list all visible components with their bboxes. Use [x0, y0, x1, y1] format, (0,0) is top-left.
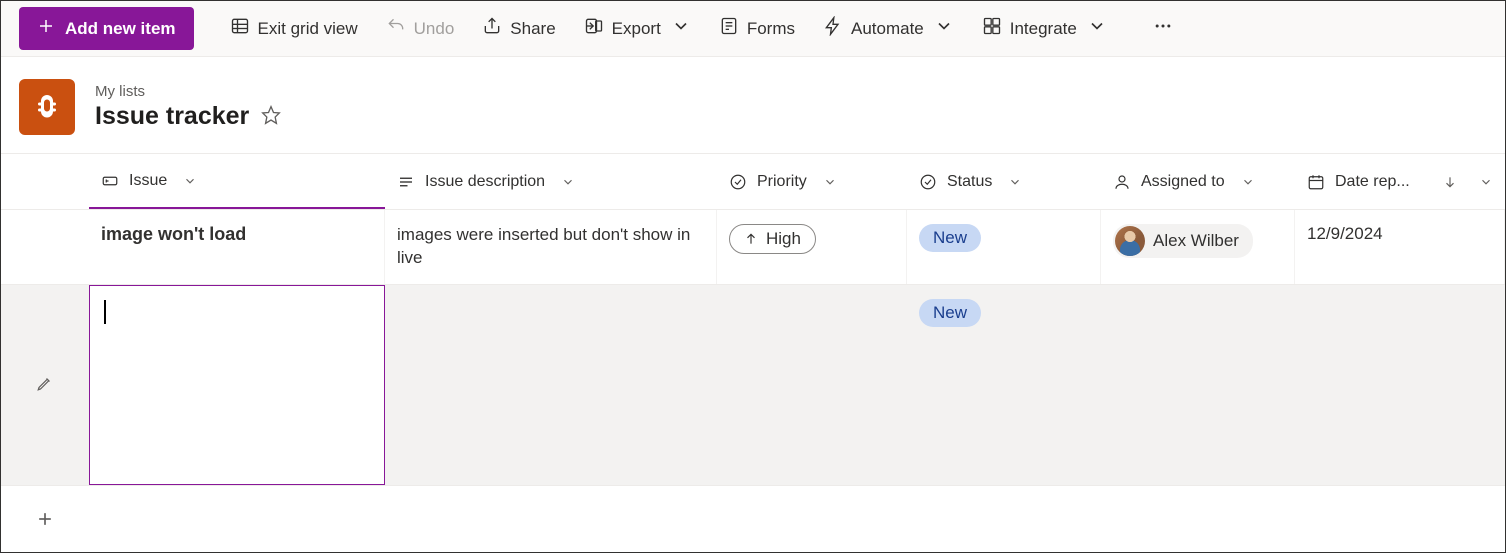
priority-label: High: [766, 229, 801, 249]
more-horizontal-icon: [1153, 16, 1173, 41]
chevron-down-icon: [823, 175, 837, 189]
exit-grid-label: Exit grid view: [258, 19, 358, 39]
toolbar: Add new item Exit grid view Undo Share E…: [1, 1, 1505, 57]
list-bug-icon: [19, 79, 75, 135]
undo-button[interactable]: Undo: [376, 10, 465, 47]
export-button[interactable]: Export: [574, 10, 701, 47]
table-row-editing[interactable]: New: [1, 285, 1505, 486]
cell-status[interactable]: New: [907, 285, 1101, 355]
chevron-down-icon: [1241, 175, 1255, 189]
person-icon: [1113, 173, 1131, 191]
undo-label: Undo: [414, 19, 455, 39]
cell-assigned[interactable]: Alex Wilber: [1101, 210, 1295, 284]
cell-description[interactable]: [385, 285, 717, 355]
column-header-label: Issue: [129, 172, 167, 190]
column-header-label: Date rep...: [1335, 173, 1410, 191]
cell-priority[interactable]: High: [717, 210, 907, 284]
avatar: [1115, 226, 1145, 256]
undo-icon: [386, 16, 406, 41]
add-row[interactable]: [1, 486, 1505, 556]
list-header: My lists Issue tracker: [1, 57, 1505, 153]
multiline-text-icon: [397, 173, 415, 191]
chevron-down-icon: [1087, 16, 1107, 41]
row-handle[interactable]: [1, 285, 89, 485]
column-header-assigned[interactable]: Assigned to: [1101, 154, 1295, 209]
share-label: Share: [510, 19, 555, 39]
issue-text-editor[interactable]: [89, 285, 385, 485]
table-row[interactable]: image won't load images were inserted bu…: [1, 210, 1505, 285]
arrow-up-icon: [744, 232, 758, 246]
cell-issue[interactable]: image won't load: [89, 210, 385, 284]
automate-button[interactable]: Automate: [813, 10, 964, 47]
column-header-issue[interactable]: Issue: [89, 154, 385, 209]
column-header-label: Priority: [757, 173, 807, 191]
row-handle-header: [1, 154, 89, 209]
chevron-down-icon: [1479, 175, 1493, 189]
plus-icon: [37, 17, 55, 40]
export-label: Export: [612, 19, 661, 39]
cell-priority[interactable]: [717, 285, 907, 355]
column-header-date[interactable]: Date rep...: [1295, 154, 1505, 209]
column-header-label: Status: [947, 173, 992, 191]
cell-status[interactable]: New: [907, 210, 1101, 284]
forms-label: Forms: [747, 19, 795, 39]
person-chip: Alex Wilber: [1113, 224, 1253, 258]
integrate-label: Integrate: [1010, 19, 1077, 39]
priority-pill: High: [729, 224, 816, 254]
cell-date[interactable]: 12/9/2024: [1295, 210, 1505, 284]
text-field-icon: [101, 172, 119, 190]
integrate-icon: [982, 16, 1002, 41]
more-options-button[interactable]: [1143, 10, 1183, 47]
row-handle[interactable]: [1, 210, 89, 284]
forms-button[interactable]: Forms: [709, 10, 805, 47]
chevron-down-icon: [1008, 175, 1022, 189]
exit-grid-view-button[interactable]: Exit grid view: [220, 10, 368, 47]
chevron-down-icon: [561, 175, 575, 189]
choice-icon: [729, 173, 747, 191]
calendar-icon: [1307, 173, 1325, 191]
breadcrumb[interactable]: My lists: [95, 83, 281, 100]
cell-issue-editor[interactable]: [89, 285, 385, 485]
share-button[interactable]: Share: [472, 10, 565, 47]
add-new-item-label: Add new item: [65, 19, 176, 39]
grid-header-row: Issue Issue description Priority Status …: [1, 154, 1505, 210]
add-new-item-button[interactable]: Add new item: [19, 7, 194, 50]
text-cursor: [104, 300, 106, 324]
column-header-description[interactable]: Issue description: [385, 154, 717, 209]
person-name: Alex Wilber: [1153, 231, 1239, 251]
data-grid: Issue Issue description Priority Status …: [1, 153, 1505, 556]
chevron-down-icon: [183, 174, 197, 188]
cell-description[interactable]: images were inserted but don't show in l…: [385, 210, 717, 284]
integrate-button[interactable]: Integrate: [972, 10, 1117, 47]
choice-icon: [919, 173, 937, 191]
favorite-star-button[interactable]: [261, 105, 281, 128]
grid-icon: [230, 16, 250, 41]
status-pill: New: [919, 299, 981, 327]
sort-descending-icon: [1443, 175, 1457, 189]
chevron-down-icon: [671, 16, 691, 41]
share-icon: [482, 16, 502, 41]
automate-icon: [823, 16, 843, 41]
edit-pencil-icon: [36, 374, 54, 395]
page-title: Issue tracker: [95, 102, 249, 131]
chevron-down-icon: [934, 16, 954, 41]
column-header-label: Assigned to: [1141, 173, 1225, 191]
export-icon: [584, 16, 604, 41]
column-header-label: Issue description: [425, 173, 545, 191]
column-header-priority[interactable]: Priority: [717, 154, 907, 209]
add-row-plus-icon[interactable]: [35, 509, 55, 532]
forms-icon: [719, 16, 739, 41]
status-pill: New: [919, 224, 981, 252]
cell-assigned[interactable]: [1101, 285, 1295, 355]
column-header-status[interactable]: Status: [907, 154, 1101, 209]
automate-label: Automate: [851, 19, 924, 39]
cell-date[interactable]: [1295, 285, 1505, 355]
